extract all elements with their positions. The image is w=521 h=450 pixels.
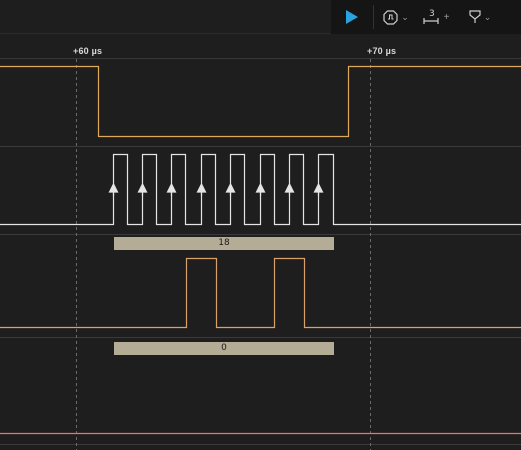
waveform-canvas — [0, 59, 521, 450]
decoded-value-channel-1[interactable]: 18 — [114, 237, 334, 250]
channel-0-waveform — [0, 65, 521, 138]
channel-2-data-waveform — [0, 257, 521, 329]
decoded-value-channel-2[interactable]: 0 — [114, 342, 334, 355]
logic-analyzer-app: ⌄ 3 + ⌄ +60 µs +70 µs 18 0 — [0, 0, 521, 450]
